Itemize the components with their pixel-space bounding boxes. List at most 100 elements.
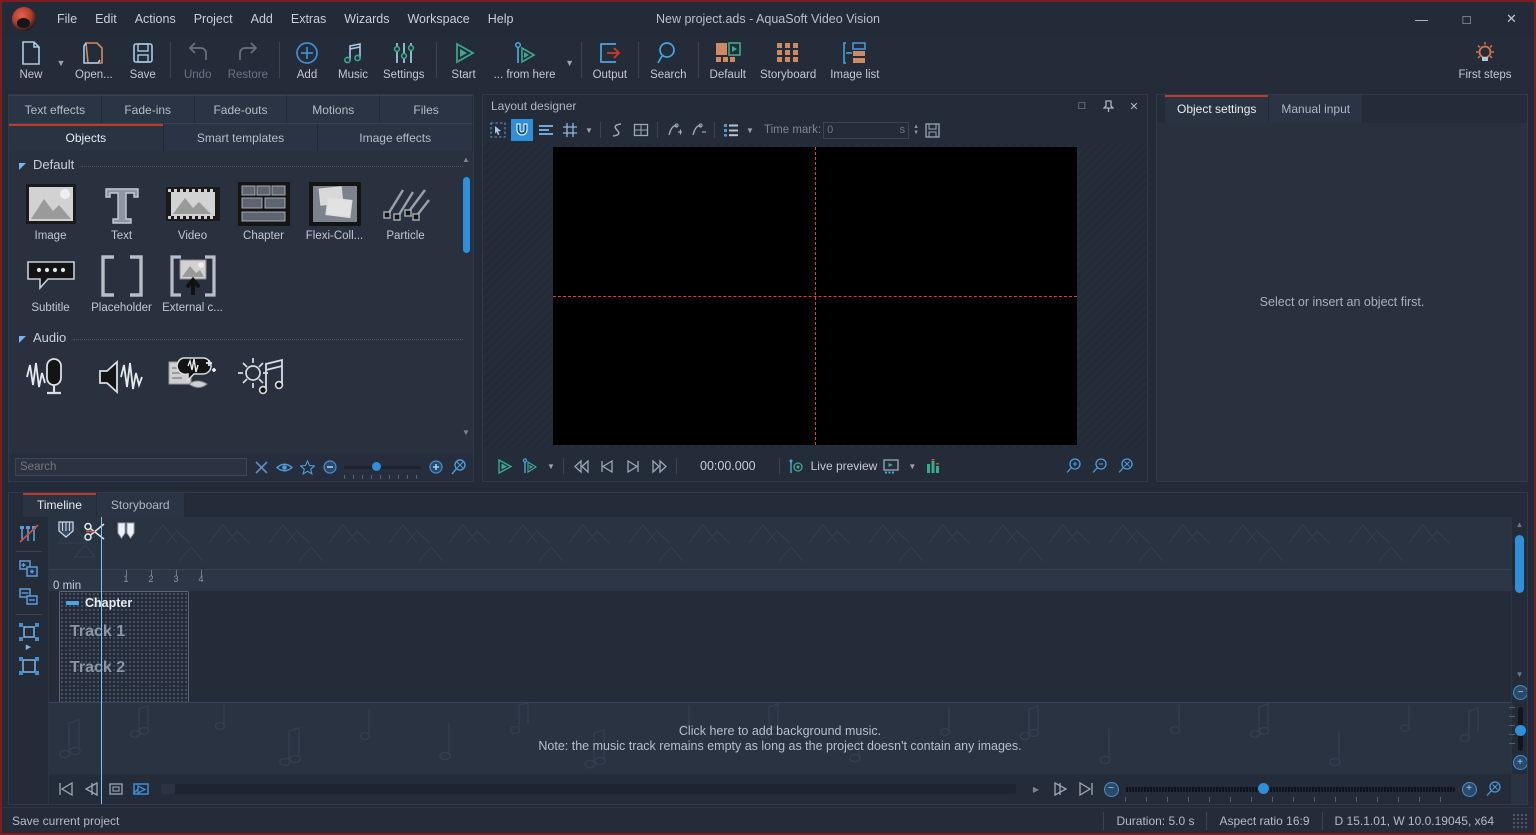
layout-designer-stage[interactable] (484, 143, 1146, 449)
timeline-horizontal-scrollbar[interactable] (161, 784, 1016, 794)
step-back-icon[interactable] (80, 778, 102, 800)
zoom-plus-icon[interactable] (427, 457, 444, 477)
timeline-overview-strip[interactable] (49, 517, 1511, 569)
motion-path-icon[interactable] (606, 119, 628, 141)
tab-manual-input[interactable]: Manual input (1269, 95, 1364, 123)
close-button[interactable]: ✕ (1489, 2, 1534, 36)
maximize-button[interactable]: □ (1444, 2, 1489, 36)
music-track[interactable]: Click here to add background music. Note… (49, 702, 1511, 774)
toolbar-image-list[interactable]: Image list (823, 36, 886, 88)
close-icon[interactable]: ✕ (1121, 95, 1147, 117)
align-lines-icon[interactable] (535, 119, 557, 141)
preview-canvas[interactable] (553, 147, 1077, 445)
scroll-up-arrow-icon[interactable]: ▲ (461, 155, 471, 164)
fit-all-icon[interactable] (14, 653, 44, 679)
monitor-output-icon[interactable] (879, 454, 903, 478)
object-image[interactable]: Image (15, 178, 86, 242)
toolbar-restore[interactable]: Restore (221, 36, 275, 88)
favorite-star-icon[interactable] (299, 457, 316, 477)
vertical-zoom-minus-icon[interactable]: − (1513, 685, 1527, 700)
duplicate-track-icon[interactable] (14, 584, 44, 610)
pin-icon[interactable] (1095, 95, 1121, 117)
tab-object-settings[interactable]: Object settings (1165, 95, 1270, 123)
rewind-button[interactable] (569, 454, 593, 478)
zoom-out-icon[interactable] (1088, 454, 1112, 478)
list-dropdown-caret-icon[interactable]: ▼ (744, 119, 756, 141)
play-from-here-button[interactable] (518, 454, 542, 478)
live-preview-icon[interactable] (785, 454, 809, 478)
menu-project[interactable]: Project (185, 7, 242, 31)
next-frame-button[interactable] (621, 454, 645, 478)
fit-selection-icon[interactable] (14, 619, 44, 645)
select-marquee-icon[interactable] (487, 119, 509, 141)
scissors-cut-icon[interactable] (83, 519, 109, 545)
hscroll-right-arrow-icon[interactable]: ▶ (1025, 778, 1047, 800)
timeline-zoom-slider[interactable] (1125, 781, 1455, 802)
jump-to-start-icon[interactable] (55, 778, 77, 800)
fit-selection-caret-icon[interactable]: ▶ (26, 644, 31, 651)
restore-window-icon[interactable]: □ (1069, 95, 1095, 117)
object-particle[interactable]: Particle (370, 178, 441, 242)
zoom-reset-icon[interactable] (450, 457, 467, 477)
group-header-audio[interactable]: Audio (9, 324, 473, 347)
hscrollbar-thumb[interactable] (161, 784, 175, 794)
audio-levels-icon[interactable] (921, 454, 945, 478)
magnet-snap-icon[interactable] (511, 119, 533, 141)
group-header-default[interactable]: Default (9, 151, 473, 174)
timeline-zoom-plus-icon[interactable]: + (1458, 778, 1480, 800)
play-dropdown-caret-icon[interactable]: ▼ (544, 454, 558, 478)
menu-actions[interactable]: Actions (126, 7, 185, 31)
scroll-down-arrow-icon[interactable]: ▼ (1512, 667, 1527, 681)
toolbar-start[interactable]: Start (441, 36, 487, 88)
timeline-vertical-zoom-slider[interactable]: + (1508, 707, 1527, 770)
objects-zoom-slider[interactable] (344, 460, 422, 479)
monitor-dropdown-caret-icon[interactable]: ▼ (905, 454, 919, 478)
object-subtitle[interactable]: Subtitle (15, 250, 86, 314)
add-keyframe-icon[interactable] (663, 119, 685, 141)
fit-timeline-icon[interactable] (105, 778, 127, 800)
vzoom-minus-circle[interactable]: − (1513, 685, 1527, 700)
playhead-marker-icon[interactable] (53, 519, 79, 545)
preview-here-icon[interactable] (130, 778, 152, 800)
toolbar-new[interactable]: New (8, 36, 54, 88)
slider-knob[interactable] (372, 462, 382, 471)
toolbar-undo[interactable]: Undo (175, 36, 221, 88)
toolbar-default-layout[interactable]: Default (703, 36, 753, 88)
remove-keyframe-icon[interactable] (687, 119, 709, 141)
fast-forward-button[interactable] (647, 454, 671, 478)
step-forward-icon[interactable] (1050, 778, 1072, 800)
timeline-zoom-minus-icon[interactable]: − (1100, 778, 1122, 800)
grid-dropdown-caret-icon[interactable]: ▼ (583, 119, 595, 141)
vscrollbar-thumb[interactable] (1515, 535, 1524, 593)
tab-fade-outs[interactable]: Fade-outs (194, 95, 288, 123)
tab-smart-templates[interactable]: Smart templates (163, 123, 319, 151)
tab-fade-ins[interactable]: Fade-ins (101, 95, 195, 123)
hide-tracks-icon[interactable] (14, 521, 44, 547)
object-sound-recording[interactable] (15, 351, 86, 401)
eye-preview-icon[interactable] (275, 457, 293, 477)
minimize-button[interactable]: — (1399, 2, 1444, 36)
split-marker-icon[interactable] (113, 519, 139, 545)
tab-timeline[interactable]: Timeline (23, 493, 97, 517)
object-sound[interactable] (86, 351, 157, 401)
from-here-dropdown-caret-icon[interactable]: ▼ (563, 36, 577, 88)
timeline-zoom-reset-icon[interactable] (1483, 778, 1505, 800)
object-video[interactable]: Video (157, 178, 228, 242)
object-external-content[interactable]: External c... (157, 250, 228, 314)
zoom-minus-circle[interactable]: − (1103, 781, 1119, 797)
object-speech-to-text[interactable] (157, 351, 228, 401)
scroll-up-arrow-icon[interactable]: ▲ (1512, 517, 1527, 531)
zoom-fit-icon[interactable] (1114, 454, 1138, 478)
new-dropdown-caret-icon[interactable]: ▼ (54, 36, 68, 88)
toolbar-first-steps[interactable]: First steps (1442, 36, 1528, 88)
toolbar-storyboard[interactable]: Storyboard (753, 36, 823, 88)
zoom-slider-knob[interactable] (1258, 783, 1269, 794)
timeline-ruler[interactable]: 1 2 3 4 0 min (49, 569, 1511, 592)
grid-hash-icon[interactable] (559, 119, 581, 141)
timeline-vertical-scrollbar[interactable]: ▲ ▼ − + (1508, 517, 1527, 774)
toolbar-from-here[interactable]: ... from here (487, 36, 563, 88)
play-button[interactable] (492, 454, 516, 478)
track-row-1[interactable]: Track 1 (60, 614, 188, 650)
object-text[interactable]: Text (86, 178, 157, 242)
chapter-header[interactable]: Chapter (60, 592, 188, 614)
